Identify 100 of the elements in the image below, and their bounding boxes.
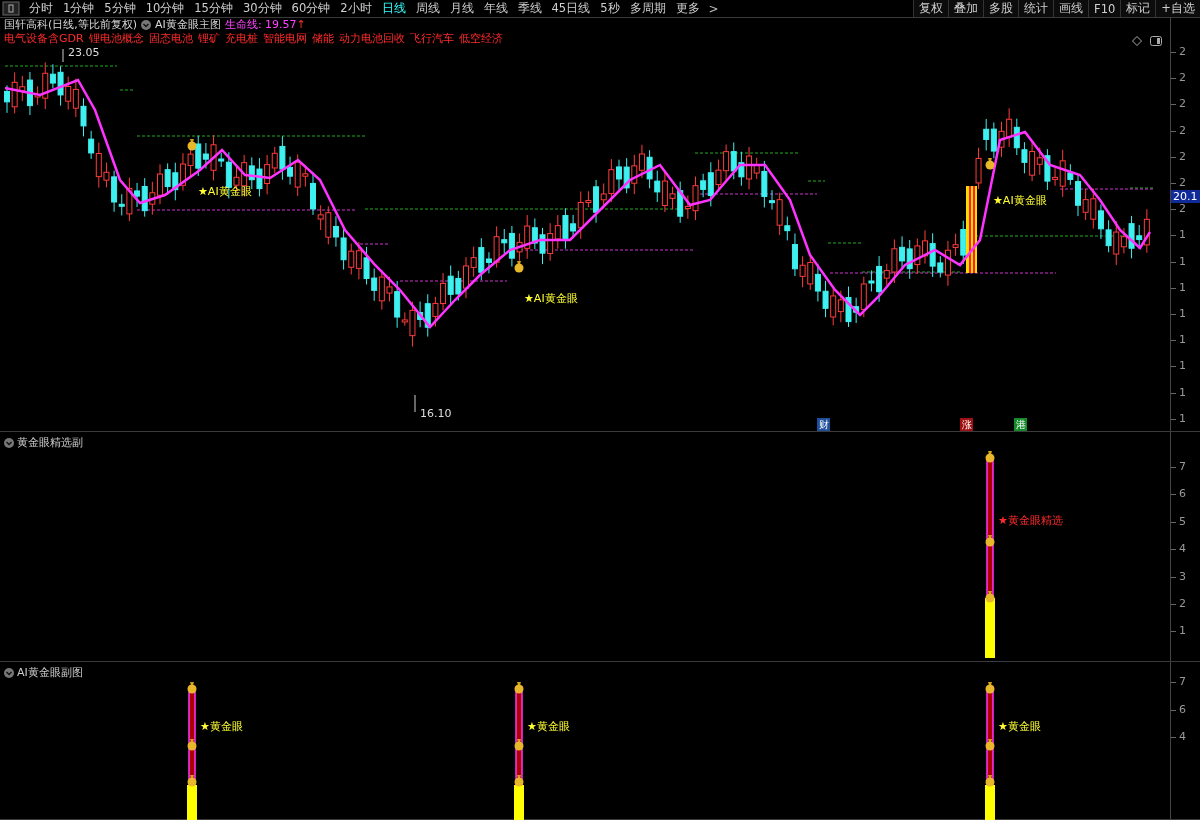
period-tab[interactable]: 5分钟 xyxy=(99,0,141,17)
period-tab[interactable]: 30分钟 xyxy=(237,0,287,17)
period-tab[interactable]: 季线 xyxy=(512,0,547,17)
low-price-label: 16.10 xyxy=(420,408,452,420)
toolbar-button[interactable]: 标记 xyxy=(1120,0,1156,17)
money-bag-icon xyxy=(187,775,197,787)
axis-label: 3 xyxy=(1179,570,1186,583)
toolbar-button[interactable]: +自选 xyxy=(1155,0,1200,17)
concept-tag[interactable]: 飞行汽车 xyxy=(409,31,454,44)
axis-label: 1 xyxy=(1179,334,1186,347)
period-tab[interactable]: 年线 xyxy=(478,0,513,17)
period-tab[interactable]: 1分钟 xyxy=(58,0,100,17)
axis-label: 2 xyxy=(1179,98,1186,111)
money-bag-icon xyxy=(985,158,995,170)
period-tab[interactable]: 日线 xyxy=(376,0,411,17)
axis-label: 2 xyxy=(1179,72,1186,85)
axis-label: 1 xyxy=(1179,255,1186,268)
concept-tag[interactable]: 电气设备含GDR xyxy=(4,31,84,44)
axis-label: 4 xyxy=(1179,731,1186,743)
money-bag-icon xyxy=(514,261,524,273)
collapse-icon[interactable] xyxy=(141,19,152,30)
period-tab[interactable]: 周线 xyxy=(410,0,445,17)
concept-tag[interactable]: 固态电池 xyxy=(148,31,193,44)
event-marker[interactable]: 涨 xyxy=(960,418,973,431)
money-bag-icon xyxy=(985,451,995,463)
concept-tag[interactable]: 储能 xyxy=(311,31,334,44)
money-bag-icon xyxy=(514,739,524,751)
money-bag-icon xyxy=(985,775,995,787)
concept-tag[interactable]: 低空经济 xyxy=(458,31,503,44)
money-bag-icon xyxy=(985,682,995,694)
axis-label: 6 xyxy=(1179,488,1186,501)
money-bag-icon xyxy=(985,739,995,751)
axis-label: 2 xyxy=(1179,203,1186,216)
signal-label: ★黄金眼 xyxy=(527,721,570,733)
signal-label: ★黄金眼 xyxy=(998,721,1041,733)
period-tab[interactable]: 多周期 xyxy=(624,0,671,17)
toolbar-button[interactable]: 复权 xyxy=(913,0,949,17)
trend-arrow: ↑ xyxy=(296,18,306,31)
collapse-icon[interactable] xyxy=(4,667,14,678)
concept-tag[interactable]: 锂矿 xyxy=(197,31,220,44)
axis-label: 7 xyxy=(1179,676,1186,688)
toolbar-button[interactable]: 多股 xyxy=(983,0,1019,17)
axis-label: 1 xyxy=(1179,386,1186,399)
period-tab[interactable]: 月线 xyxy=(444,0,479,17)
panel-title: AI黄金眼副图 xyxy=(17,665,83,680)
money-bag-icon xyxy=(514,775,524,787)
axis-label: 4 xyxy=(1179,543,1186,556)
event-marker[interactable]: 港 xyxy=(1014,418,1027,431)
price-tag: 20.1 xyxy=(1171,190,1200,203)
period-tab[interactable]: 5秒 xyxy=(595,0,625,17)
toolbar-button[interactable]: 画线 xyxy=(1053,0,1089,17)
collapse-icon[interactable] xyxy=(4,437,14,448)
period-tab[interactable]: 更多 xyxy=(670,0,705,17)
axis-label: 2 xyxy=(1179,124,1186,137)
money-bag-icon xyxy=(985,535,995,547)
money-bag-icon xyxy=(985,591,995,603)
life-line-value: 生命线: 19.57 xyxy=(224,17,297,32)
leader-line xyxy=(62,48,64,63)
money-bag-icon xyxy=(187,739,197,751)
diamond-icon[interactable] xyxy=(1132,36,1142,46)
next-arrow[interactable]: > xyxy=(704,1,723,16)
money-bag-icon xyxy=(187,139,197,151)
toolbar-button[interactable]: 统计 xyxy=(1018,0,1054,17)
period-tab[interactable]: 分时 xyxy=(24,0,58,17)
toolbar-button[interactable]: 叠加 xyxy=(948,0,984,17)
axis-label: 1 xyxy=(1179,229,1186,242)
panel-title: 黄金眼精选副 xyxy=(17,435,83,450)
money-bag-icon xyxy=(514,682,524,694)
period-tab[interactable]: 60分钟 xyxy=(286,0,336,17)
toolbar-button[interactable]: F10 xyxy=(1088,0,1121,17)
event-marker[interactable]: 财 xyxy=(817,418,830,431)
axis-label: 2 xyxy=(1179,177,1186,189)
axis-label: 1 xyxy=(1179,412,1186,425)
indicator-name[interactable]: AI黄金眼主图 xyxy=(155,17,221,32)
axis-label: 1 xyxy=(1179,281,1186,294)
axis-label: 2 xyxy=(1179,150,1186,163)
axis-label: 2 xyxy=(1179,598,1186,610)
leader-line xyxy=(414,394,416,413)
concept-tag[interactable]: 智能电网 xyxy=(262,31,307,44)
axis-label: 5 xyxy=(1179,515,1186,528)
signal-label: ★黄金眼 xyxy=(200,721,243,733)
concept-tag[interactable]: 充电桩 xyxy=(224,31,258,44)
period-tab[interactable]: 15分钟 xyxy=(189,0,238,17)
panel-icon[interactable] xyxy=(1150,36,1162,46)
high-price-label: 23.05 xyxy=(68,47,100,59)
stock-title: 国轩高科(日线,等比前复权) xyxy=(4,17,138,32)
signal-label: ★AI黄金眼 xyxy=(524,293,578,305)
period-tab[interactable]: 2小时 xyxy=(335,0,377,17)
concept-tag[interactable]: 动力电池回收 xyxy=(338,31,405,44)
signal-label: ★黄金眼精选 xyxy=(998,515,1063,527)
concept-tag[interactable]: 锂电池概念 xyxy=(88,31,144,44)
axis-label: 1 xyxy=(1179,360,1186,373)
axis-label: 1 xyxy=(1179,625,1186,638)
axis-label: 2 xyxy=(1179,46,1186,58)
panel-toggle-icon[interactable] xyxy=(2,1,20,16)
axis-label: 7 xyxy=(1179,461,1186,473)
axis-label: 1 xyxy=(1179,308,1186,320)
signal-label: ★AI黄金眼 xyxy=(993,195,1047,207)
period-tab[interactable]: 45日线 xyxy=(546,0,596,17)
period-tab[interactable]: 10分钟 xyxy=(140,0,190,17)
